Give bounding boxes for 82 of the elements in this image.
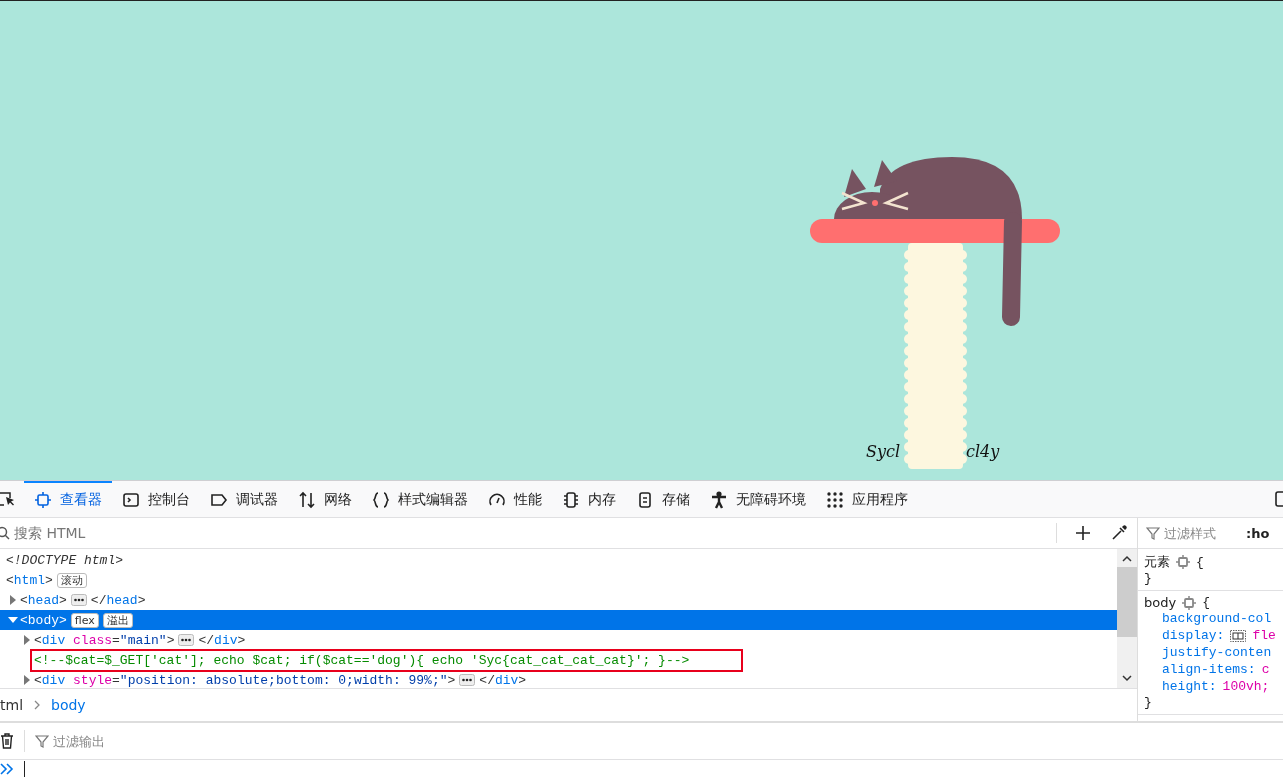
- property-name[interactable]: height:: [1162, 678, 1217, 695]
- scrollbar[interactable]: [1117, 549, 1137, 688]
- property-name[interactable]: display:: [1162, 627, 1225, 644]
- inspector-icon: [34, 491, 52, 509]
- markup-text: <!DOCTYPE html>: [6, 552, 124, 568]
- markup-row[interactable]: <div style="position: absolute;bottom: 0;width: 99%;"> </div>: [0, 670, 1117, 690]
- devtools-tab[interactable]: 应用程序: [816, 481, 918, 517]
- flexbox-icon[interactable]: [1230, 629, 1247, 642]
- devtools-tab[interactable]: 性能: [478, 481, 552, 517]
- devtools-tab[interactable]: 调试器: [200, 481, 288, 517]
- property-value[interactable]: 100vh;: [1222, 678, 1270, 695]
- braces-icon: [372, 491, 390, 509]
- expand-triangle-icon[interactable]: [8, 595, 18, 605]
- devtools-tab[interactable]: 样式编辑器: [362, 481, 478, 517]
- tag-icon: [210, 491, 228, 509]
- arrows-icon: [298, 491, 316, 509]
- chip-icon: [562, 491, 580, 509]
- markup-row[interactable]: <div class="main"> </div>: [0, 630, 1117, 650]
- ellipsis-icon[interactable]: [459, 674, 476, 686]
- add-icon[interactable]: [1075, 525, 1091, 541]
- eyedropper-icon[interactable]: [1111, 525, 1127, 541]
- dock-icon[interactable]: [1275, 490, 1283, 508]
- prompt-icon: [0, 763, 14, 775]
- markup-text: <div style="position: absolute;bottom: 0;width: 99%;">: [34, 672, 456, 688]
- property-value[interactable]: fle: [1252, 627, 1276, 644]
- devtools-tab[interactable]: 内存: [552, 481, 626, 517]
- devtools-tab[interactable]: 存储: [626, 481, 700, 517]
- breadcrumb[interactable]: tml: [0, 697, 26, 713]
- search-field[interactable]: 搜索 HTML: [12, 524, 1048, 542]
- markup-text: <body>: [20, 612, 67, 628]
- scroll-up-icon[interactable]: [1122, 555, 1132, 563]
- expand-triangle-icon[interactable]: [22, 675, 32, 685]
- markup-badge[interactable]: 滚动: [56, 572, 87, 588]
- property-value[interactable]: c: [1261, 661, 1270, 678]
- property-name[interactable]: justify-conten: [1162, 644, 1272, 661]
- markup-row[interactable]: <head> </head>: [0, 590, 1117, 610]
- markup-text: </head>: [90, 592, 146, 608]
- chevron-icon: [33, 700, 42, 710]
- rule-selector: 元素: [1144, 553, 1170, 571]
- filter-styles-field[interactable]: 过滤样式: [1164, 525, 1244, 541]
- caption-text: cl4y: [966, 442, 1000, 461]
- search-icon: [0, 526, 10, 540]
- devtools-tab[interactable]: 网络: [288, 481, 362, 517]
- trash-icon[interactable]: [0, 733, 14, 749]
- property-name[interactable]: align-items:: [1162, 661, 1256, 678]
- rule-selector: body: [1144, 595, 1177, 610]
- ellipsis-icon[interactable]: [70, 594, 87, 606]
- target-icon[interactable]: [1176, 555, 1190, 569]
- property-name[interactable]: background-col: [1162, 610, 1272, 627]
- markup-badge[interactable]: 溢出: [102, 612, 133, 628]
- devtools-tab[interactable]: 控制台: [112, 481, 200, 517]
- markup-row[interactable]: <body> flex 溢出: [0, 610, 1117, 630]
- brace-text: {: [1196, 554, 1204, 570]
- grid-icon: [826, 491, 844, 509]
- filter-output-field[interactable]: 过滤输出: [53, 733, 173, 749]
- person-icon: [710, 491, 728, 509]
- markup-badge[interactable]: flex: [70, 612, 99, 628]
- breadcrumb[interactable]: body: [49, 697, 88, 713]
- storage-icon: [636, 491, 654, 509]
- filter-icon: [1146, 526, 1160, 540]
- element-picker-icon[interactable]: [0, 491, 16, 507]
- markup-text: <html>: [6, 572, 53, 588]
- scroll-down-icon[interactable]: [1122, 674, 1132, 682]
- brace-text: }: [1144, 695, 1153, 710]
- markup-text: <div class="main">: [34, 632, 175, 648]
- devtools-tab[interactable]: 查看器: [24, 481, 112, 517]
- target-icon[interactable]: [1182, 595, 1197, 610]
- markup-text: <!--$cat=$_GET['cat']; echo $cat; if($cat=='dog'){ echo 'Syc{cat_cat_cat_cat}'; }-->: [30, 648, 744, 672]
- caption-text: Sycl: [866, 442, 901, 461]
- markup-text: </div>: [479, 672, 527, 688]
- devtools-tab[interactable]: 无障碍环境: [700, 481, 816, 517]
- markup-text: </div>: [198, 632, 246, 648]
- collapse-triangle-icon[interactable]: [8, 615, 18, 625]
- markup-row[interactable]: <html> 滚动: [0, 570, 1117, 590]
- pseudo-class-toggle[interactable]: :ho: [1246, 525, 1270, 541]
- ellipsis-icon[interactable]: [178, 634, 195, 646]
- brace-text: }: [1144, 571, 1153, 586]
- expand-triangle-icon[interactable]: [22, 635, 32, 645]
- filter-icon: [35, 734, 49, 748]
- brace-text: {: [1202, 595, 1210, 610]
- console-icon: [122, 491, 140, 509]
- markup-text: <head>: [20, 592, 67, 608]
